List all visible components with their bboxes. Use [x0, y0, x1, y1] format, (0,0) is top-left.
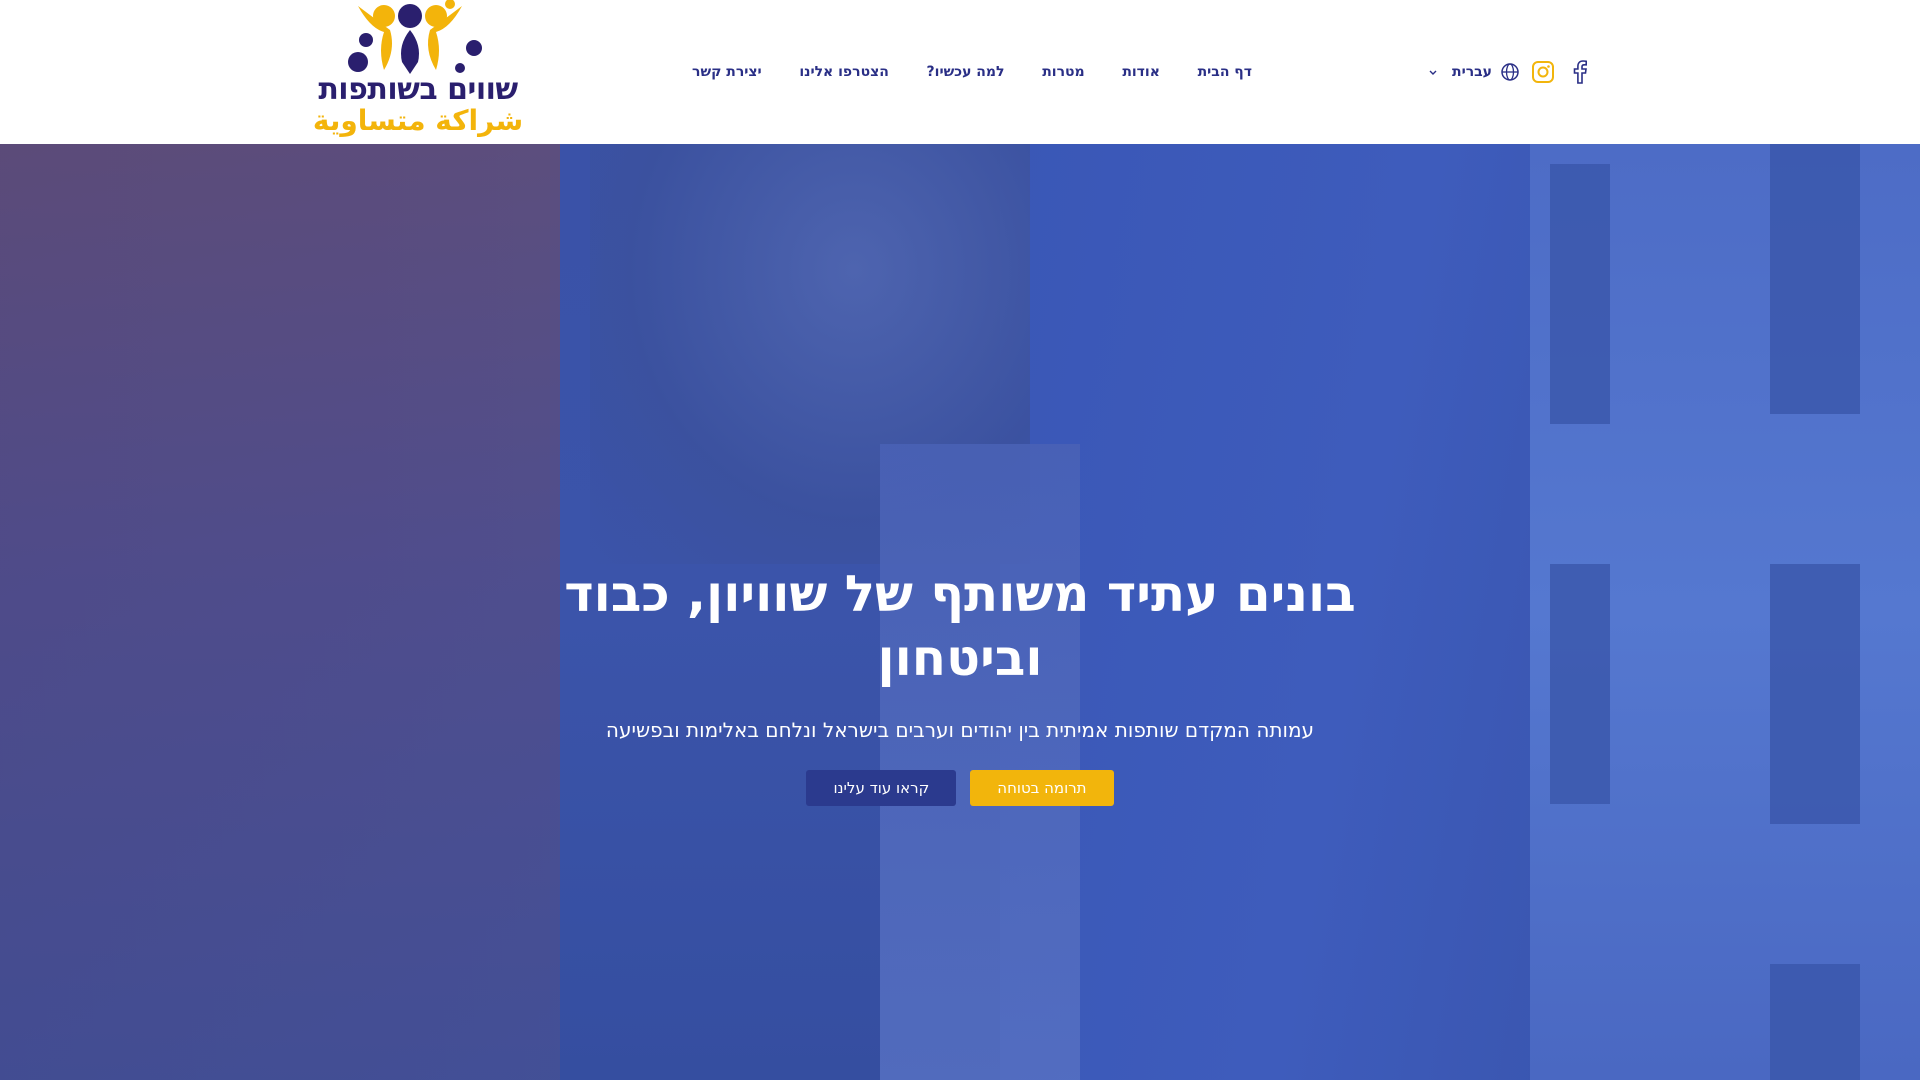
- hero-section: בונים עתיד משותף של שוויון, כבוד וביטחון…: [0, 144, 1920, 1080]
- nav-item-contact[interactable]: יצירת קשר: [692, 64, 762, 80]
- read-more-button[interactable]: קראו עוד עלינו: [806, 770, 957, 806]
- nav-item-join-us[interactable]: הצטרפו אלינו: [799, 64, 889, 80]
- hero-content: בונים עתיד משותף של שוויון, כבוד וביטחון…: [460, 562, 1460, 806]
- hero-subtitle: עמותה המקדם שותפות אמיתית בין יהודים וער…: [605, 718, 1315, 742]
- hero-title: בונים עתיד משותף של שוויון, כבוד וביטחון: [564, 565, 1356, 687]
- logo-text-arabic: شراكة متساوية: [312, 104, 524, 137]
- language-label: עברית: [1452, 64, 1492, 80]
- donate-button[interactable]: תרומה בטוחה: [970, 770, 1114, 806]
- hero-background-window: [1530, 144, 1920, 1080]
- chevron-down-icon: [1429, 70, 1437, 75]
- facebook-icon[interactable]: [1570, 60, 1590, 84]
- logo-text-hebrew: שווים בשותפות: [318, 72, 518, 107]
- language-switcher[interactable]: עברית: [1420, 58, 1520, 86]
- nav-item-goals[interactable]: מטרות: [1042, 64, 1084, 80]
- instagram-icon[interactable]: [1531, 60, 1555, 84]
- logo-people-icon: [348, 0, 482, 74]
- site-header: שווים בשותפות شراكة متساوية דף הבית אודו…: [0, 0, 1920, 144]
- nav-item-about[interactable]: אודות: [1122, 64, 1160, 80]
- nav-item-home[interactable]: דף הבית: [1198, 64, 1252, 80]
- nav-item-why-now[interactable]: למה עכשיו?: [927, 64, 1005, 80]
- main-nav: דף הבית אודות מטרות למה עכשיו? הצטרפו אל…: [692, 58, 1252, 86]
- site-logo[interactable]: שווים בשותפות شراكة متساوية: [298, 0, 538, 142]
- hero-buttons: תרומה בטוחה קראו עוד עלינו: [460, 770, 1460, 806]
- globe-icon: [1501, 63, 1519, 81]
